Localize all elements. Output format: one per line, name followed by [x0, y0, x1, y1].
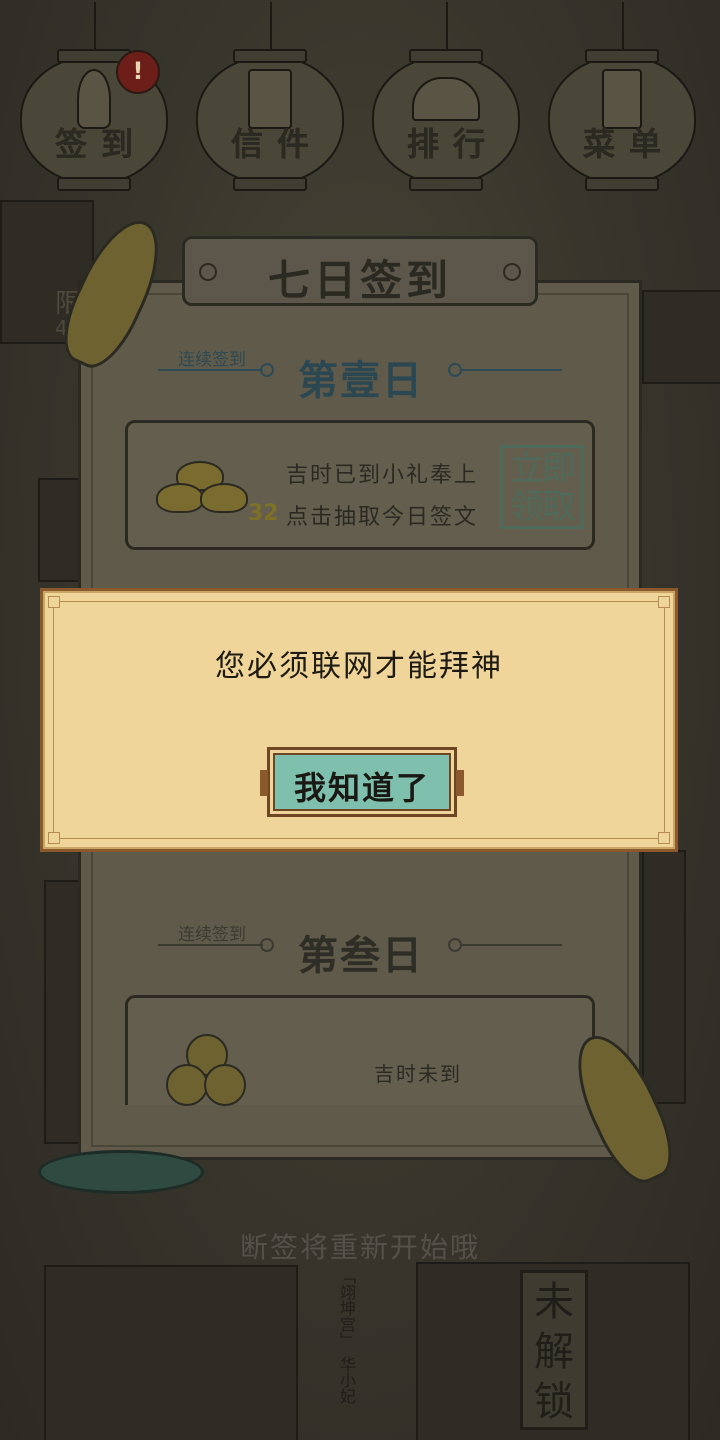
network-required-dialog: 您必须联网才能拜神 我知道了 — [40, 588, 678, 852]
acknowledge-button[interactable]: 我知道了 — [260, 747, 464, 817]
panel-title-plate: 七日签到 — [182, 236, 538, 306]
consort-label: 华小妃 — [337, 1356, 356, 1404]
crown-icon — [412, 77, 480, 121]
claim-now-stamp[interactable]: 立即 领取 — [500, 445, 584, 529]
day3-streak-tag: 连续签到 — [178, 925, 246, 945]
stamp-line2: 领取 — [510, 487, 576, 527]
day1-line1: 吉时已到小礼奉上 — [286, 463, 479, 488]
frame-corner — [658, 596, 670, 608]
nav-lantern-mail[interactable]: 信件 — [196, 2, 344, 191]
bg-pillar-left — [44, 880, 82, 1144]
panel-title: 七日签到 — [267, 256, 452, 305]
nav-lantern-menu[interactable]: 菜单 — [548, 2, 696, 191]
day1-dot-left — [260, 363, 274, 377]
gold-ingot-icon — [156, 483, 204, 513]
day1-count: 32 — [248, 501, 279, 526]
bg-pillar-right — [642, 850, 686, 1104]
coin-icon — [166, 1064, 208, 1106]
nav-lantern-ranking[interactable]: 排行 — [372, 2, 520, 191]
lantern-cap — [233, 177, 307, 191]
lantern-cap — [57, 177, 131, 191]
lantern-string — [446, 2, 448, 49]
day3-title: 第叁日 — [298, 933, 424, 979]
plate-dot — [503, 263, 521, 281]
nav-label-signin: 签到 — [54, 125, 147, 163]
lantern-string — [622, 2, 624, 49]
day1-line-left — [158, 369, 263, 371]
gold-ingot-icon — [200, 483, 248, 513]
frame-corner — [48, 832, 60, 844]
day1-reward-card[interactable]: 32 吉时已到小礼奉上 点击抽取今日签文 立即 领取 — [125, 420, 595, 550]
day1-line-right — [460, 369, 562, 371]
lily-pad-icon — [38, 1150, 204, 1194]
lantern-cap — [409, 177, 483, 191]
lantern-cap — [585, 177, 659, 191]
frame-corner — [658, 832, 670, 844]
lantern-cap — [585, 49, 659, 63]
dialog-message: 您必须联网才能拜神 — [215, 649, 503, 684]
day1-title: 第壹日 — [298, 358, 424, 404]
day1-streak-tag: 连续签到 — [178, 350, 246, 370]
lantern-string — [270, 2, 272, 49]
nav-label-menu: 菜单 — [582, 125, 675, 163]
day3-reward-card: 吉时未到 — [125, 995, 595, 1106]
button-peg — [260, 770, 268, 796]
coin-icon — [204, 1064, 246, 1106]
frame-corner — [48, 596, 60, 608]
stamp-line1: 立即 — [510, 449, 576, 489]
button-peg — [456, 770, 464, 796]
palace-label: 「翊坤宫」 — [337, 1268, 356, 1348]
locked-label: 未解锁 — [520, 1270, 588, 1430]
acknowledge-button-label: 我知道了 — [293, 769, 430, 807]
nav-label-mail: 信件 — [230, 125, 323, 163]
day3-status: 吉时未到 — [374, 1062, 462, 1086]
day3-line-left — [158, 944, 263, 946]
day3-dot-left — [260, 938, 274, 952]
lantern-cap — [409, 49, 483, 63]
palace-building — [44, 1265, 298, 1440]
alert-badge: ! — [116, 50, 160, 94]
lantern-cap — [233, 49, 307, 63]
game-scene: 限 47 签到 ! 信件 排行 菜单 七日签到 — [0, 0, 720, 1440]
day1-line2: 点击抽取今日签文 — [286, 505, 479, 530]
nav-label-ranking: 排行 — [406, 125, 499, 163]
lantern-string — [94, 2, 96, 49]
day3-line-right — [460, 944, 562, 946]
footer-note: 断签将重新开始哦 — [239, 1231, 480, 1264]
bg-building-right — [642, 290, 720, 384]
